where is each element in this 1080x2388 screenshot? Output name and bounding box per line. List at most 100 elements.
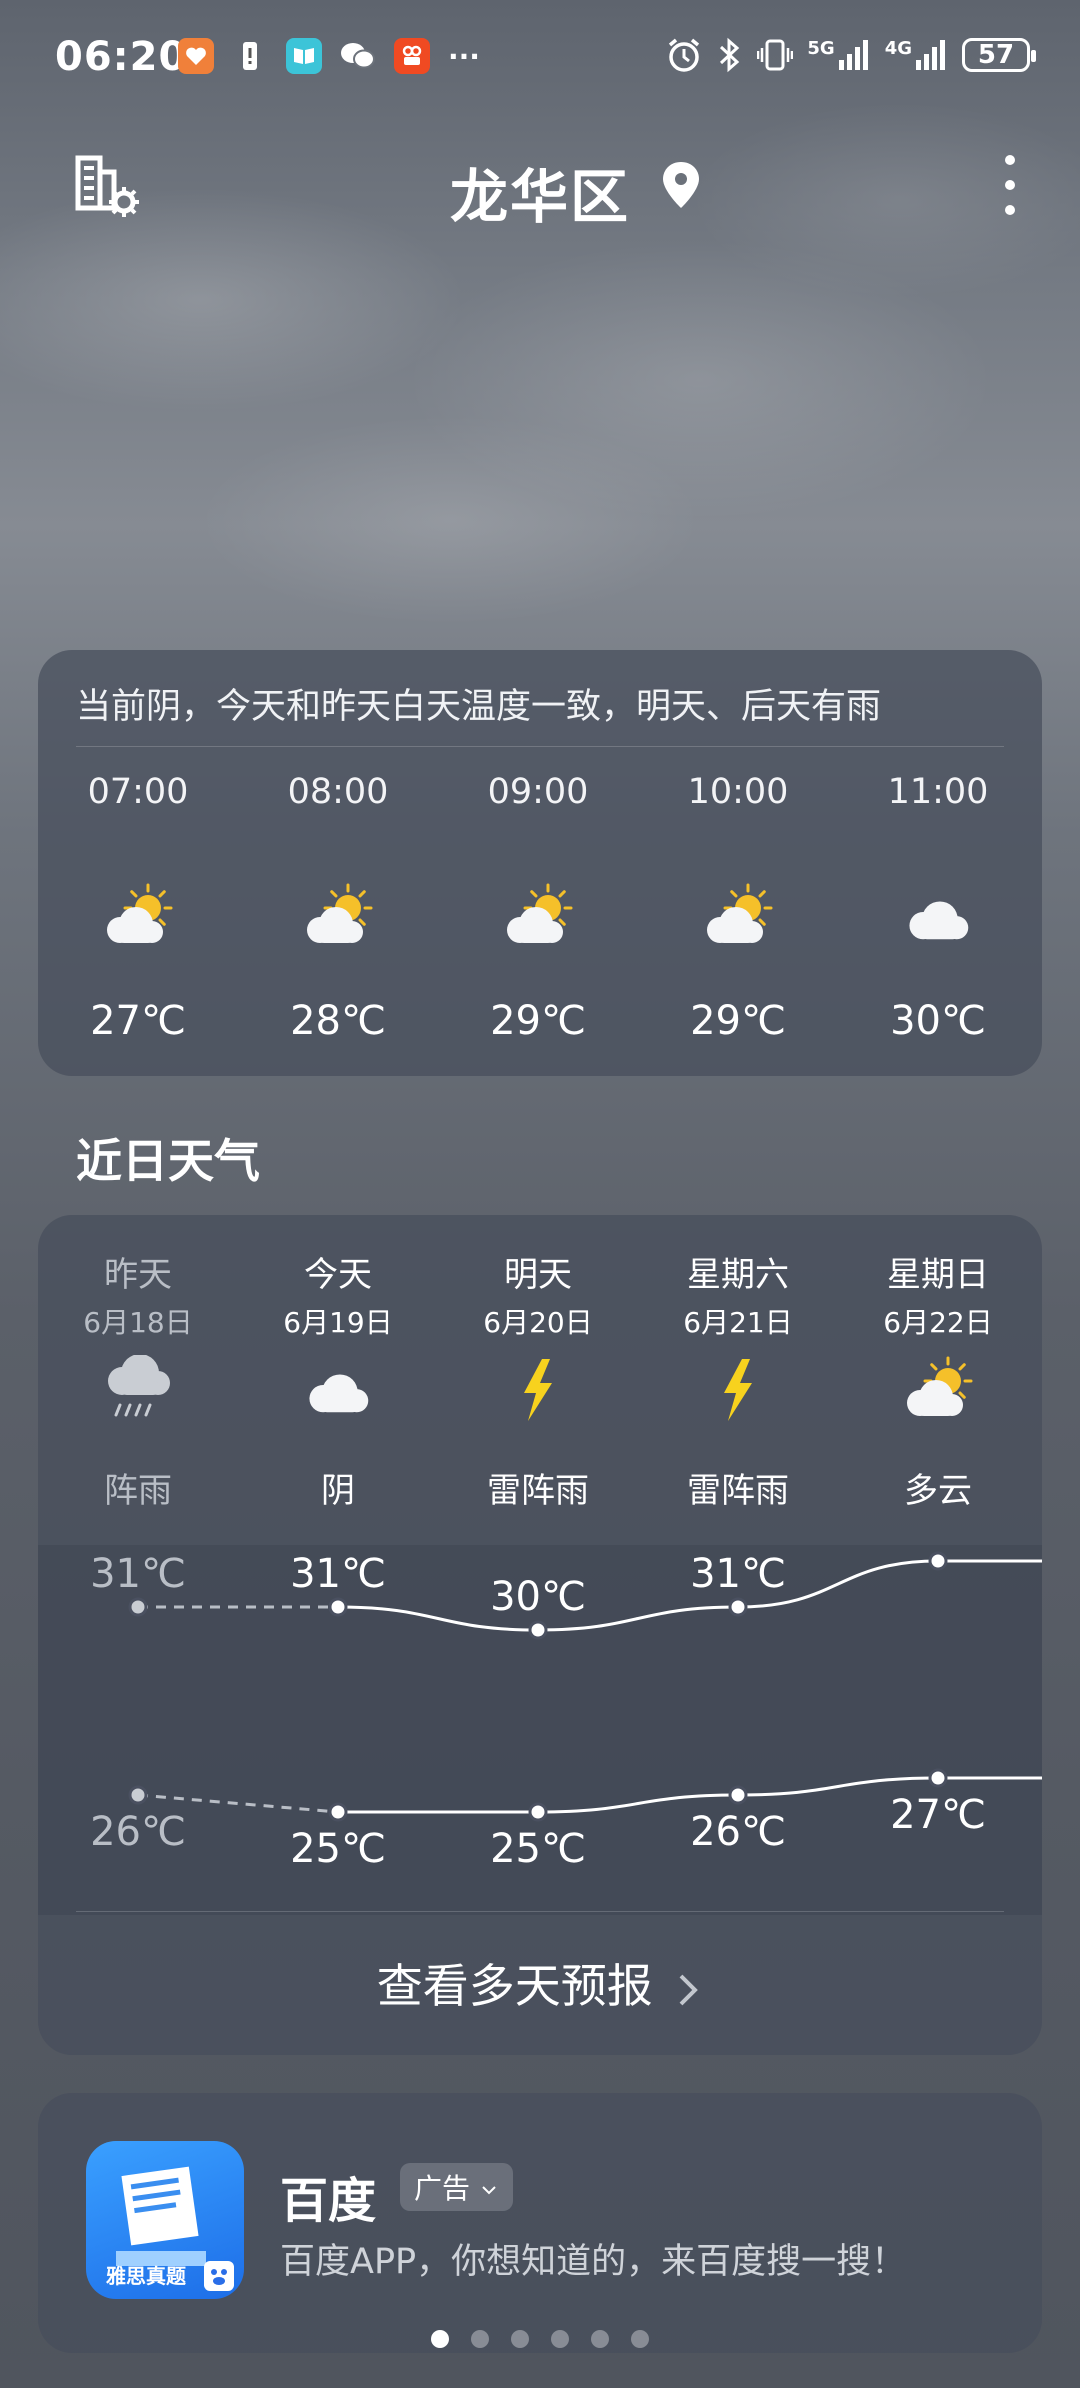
divider [76, 746, 1004, 747]
page-dot[interactable] [591, 2330, 609, 2348]
day-name: 昨天 [104, 1255, 172, 1295]
ad-badge-label: 广告 [414, 2172, 471, 2205]
high-temp-point [728, 1597, 748, 1617]
page-dot[interactable] [471, 2330, 489, 2348]
hour-temp: 29℃ [690, 998, 786, 1044]
low-temp-point [528, 1802, 548, 1822]
cloudy-icon [838, 882, 1038, 962]
page-dot[interactable] [511, 2330, 529, 2348]
multi-day-forecast-link[interactable]: 查看多天预报 [38, 1950, 1042, 2016]
day-condition: 雷阵雨 [687, 1471, 789, 1511]
day-condition: 阴 [321, 1471, 355, 1511]
day-condition: 多云 [904, 1471, 972, 1511]
chevron-right-icon [679, 1974, 699, 2005]
day-date: 6月22日 [883, 1306, 993, 1339]
ad-description: 百度APP，你想知道的，来百度搜一搜！ [280, 2242, 907, 2282]
system-icons: 5G 4G 57 [665, 36, 1036, 74]
signal-4g-icon: 4G [885, 38, 948, 72]
kuaishou-icon [394, 38, 430, 74]
page-dot[interactable] [551, 2330, 569, 2348]
low-temp-point [928, 1768, 948, 1788]
hour-temp: 30℃ [890, 998, 986, 1044]
ad-app-name[interactable]: 百度 [280, 2161, 376, 2231]
notification-icons: ··· [178, 38, 480, 74]
low-temp-label: 25℃ [290, 1826, 386, 1872]
day-condition: 雷阵雨 [487, 1471, 589, 1511]
chevron-down-icon [482, 2186, 496, 2195]
ad-badge[interactable]: 广告 [400, 2163, 513, 2211]
high-temp-label: 30℃ [490, 1574, 586, 1620]
cloud-shape [309, 1374, 369, 1413]
ad-icon-label: 雅思真题 [106, 2264, 186, 2288]
shower-icon [38, 1354, 238, 1435]
low-temp-point [328, 1802, 348, 1822]
battery-level: 57 [977, 40, 1015, 70]
city-title[interactable]: 龙华区 [0, 150, 1080, 234]
weather-summary: 当前阴，今天和昨天白天温度一致，明天、后天有雨 [76, 687, 882, 727]
day-date: 6月18日 [83, 1306, 193, 1339]
page-dot[interactable] [431, 2330, 449, 2348]
signal-5g-icon: 5G [807, 38, 870, 72]
day-date: 6月20日 [483, 1306, 593, 1339]
high-temp-point [928, 1551, 948, 1571]
day-name: 今天 [304, 1255, 372, 1295]
day-name: 星期六 [687, 1255, 789, 1295]
high-temp-label: 31℃ [90, 1551, 186, 1597]
hour-time: 09:00 [487, 772, 589, 812]
high-temp-point [128, 1597, 148, 1617]
low-temp-label: 25℃ [490, 1826, 586, 1872]
vibrate-icon [757, 39, 794, 71]
hour-temp: 27℃ [90, 998, 186, 1044]
book-app-icon [286, 38, 322, 74]
cloudy-icon [238, 1355, 438, 1435]
high-temp-point [528, 1620, 548, 1640]
day-date: 6月21日 [683, 1306, 793, 1339]
day-name: 明天 [504, 1255, 572, 1295]
thunder-icon [438, 1355, 638, 1435]
day-date: 6月19日 [283, 1306, 393, 1339]
daily-forecast-card[interactable]: 昨天 6月18日 阵雨 今天 6月19日阴 明天 6月20日 雷阵雨 星期六 6月21日 雷阵雨 星期… [38, 1215, 1042, 2055]
ad-app-icon[interactable]: 雅思真题 [86, 2141, 244, 2299]
hourly-forecast-card[interactable]: 当前阴，今天和昨天白天温度一致，明天、后天有雨 07:00 27℃ 08:00 28℃… [38, 650, 1042, 1076]
partly-cloudy-icon [438, 882, 638, 962]
hour-temp: 28℃ [290, 998, 386, 1044]
signal-5g-label: 5G [807, 38, 835, 59]
high-temp-label: 31℃ [690, 1551, 786, 1597]
hour-temp: 29℃ [490, 998, 586, 1044]
more-notifications-icon: ··· [448, 39, 480, 73]
high-temp-point [328, 1597, 348, 1617]
temperature-curve-chart: 31℃ 31℃ 30℃ 31℃ 33℃ 26℃ 25℃ 25℃ 26℃ 27℃ [90, 1505, 1042, 1872]
forecast-link-label: 查看多天预报 [376, 1959, 653, 2013]
app-header: 龙华区 [0, 140, 1080, 231]
cloud-shape [909, 901, 969, 940]
partly-cloudy-icon [38, 882, 238, 962]
more-menu-button[interactable] [998, 150, 1022, 220]
wechat-icon [340, 38, 376, 74]
bluetooth-icon [720, 37, 740, 73]
hour-time: 11:00 [887, 772, 989, 812]
low-temp-label: 26℃ [690, 1809, 786, 1855]
heart-app-icon [178, 38, 214, 74]
baidu-paw-icon [204, 2261, 234, 2291]
battery-indicator: 57 [962, 38, 1036, 72]
partly-cloudy-icon [638, 882, 838, 962]
location-pin-icon [663, 162, 699, 208]
status-bar: 06:20 ··· 5G 4G 57 [0, 0, 1080, 118]
sim-alert-icon [232, 38, 268, 74]
low-temp-point [128, 1785, 148, 1805]
hour-time: 10:00 [687, 772, 789, 812]
high-temp-label: 31℃ [290, 1551, 386, 1597]
divider [76, 1911, 1004, 1912]
page-dot[interactable] [631, 2330, 649, 2348]
more-vert-icon [1005, 155, 1015, 215]
signal-4g-label: 4G [884, 38, 912, 59]
low-temp-label: 27℃ [890, 1792, 986, 1838]
day-condition: 阵雨 [104, 1471, 172, 1511]
hour-time: 08:00 [287, 772, 389, 812]
status-time: 06:20 [55, 34, 188, 80]
temperature-chart: 31℃ 31℃ 30℃ 31℃ 33℃ 26℃ 25℃ 25℃ 26℃ 27℃ [38, 1505, 1042, 1915]
ad-card[interactable]: 雅思真题 百度 广告 百度APP，你想知道的，来百度搜一搜！ [38, 2093, 1042, 2353]
alarm-icon [669, 38, 700, 72]
low-temp-label: 26℃ [90, 1809, 186, 1855]
page-indicator[interactable] [0, 2330, 1080, 2348]
